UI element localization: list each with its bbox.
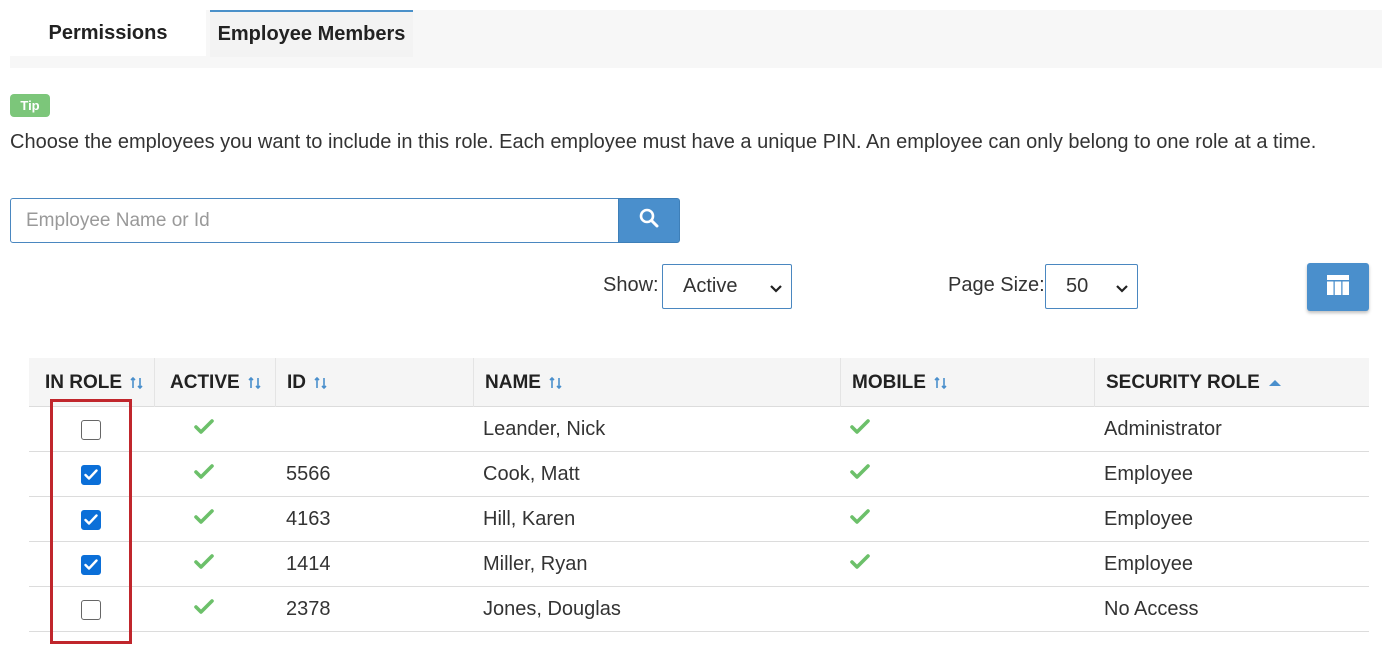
column-header-label: MOBILE xyxy=(852,371,926,393)
check-icon xyxy=(193,463,214,486)
table-body: Leander, Nick Administrator 5566 Cook, Matt… xyxy=(29,407,1369,632)
mobile-cell xyxy=(850,452,1095,497)
sort-icon xyxy=(549,376,563,390)
mobile-cell xyxy=(850,407,1095,452)
sort-icon xyxy=(248,376,262,390)
name-cell: Leander, Nick xyxy=(483,418,606,440)
tip-badge: Tip xyxy=(10,94,50,117)
active-cell xyxy=(155,452,276,497)
in-role-cell xyxy=(29,407,155,452)
tab-bar: Permissions Employee Members xyxy=(10,10,1382,68)
table-row[interactable]: Leander, Nick Administrator xyxy=(29,407,1369,452)
sort-ascending-icon xyxy=(1268,376,1282,390)
check-icon xyxy=(193,508,214,531)
table-row[interactable]: 2378 Jones, Douglas No Access xyxy=(29,587,1369,632)
sort-icon xyxy=(130,376,144,390)
check-icon xyxy=(850,553,870,576)
show-select[interactable]: Active xyxy=(662,264,792,309)
check-icon xyxy=(193,598,214,621)
name-cell: Jones, Douglas xyxy=(483,598,621,620)
name-cell: Cook, Matt xyxy=(483,463,580,485)
search-input[interactable] xyxy=(10,198,620,243)
page-size-label: Page Size: xyxy=(948,274,1045,296)
check-icon xyxy=(850,418,870,441)
security-role-cell: Employee xyxy=(1104,463,1193,485)
column-header-id[interactable]: ID xyxy=(276,358,474,407)
in-role-checkbox[interactable] xyxy=(81,509,101,530)
column-header-active[interactable]: ACTIVE xyxy=(155,358,276,407)
mobile-cell xyxy=(850,587,1095,632)
sort-icon xyxy=(314,376,328,390)
search-button[interactable] xyxy=(618,198,680,243)
check-icon xyxy=(850,463,870,486)
security-role-cell: Employee xyxy=(1104,508,1193,530)
employee-table: IN ROLE ACTIVE ID NAME MOBILE SECURITY R… xyxy=(29,358,1369,632)
in-role-cell xyxy=(29,452,155,497)
column-header-label: IN ROLE xyxy=(45,371,123,393)
id-cell: 5566 xyxy=(286,463,331,485)
table-header: IN ROLE ACTIVE ID NAME MOBILE SECURITY R… xyxy=(29,358,1369,407)
active-cell xyxy=(155,542,276,587)
security-role-cell: Administrator xyxy=(1104,418,1222,440)
active-cell xyxy=(155,407,276,452)
check-icon xyxy=(850,508,870,531)
active-cell xyxy=(155,497,276,542)
id-cell: 4163 xyxy=(286,508,331,530)
in-role-checkbox[interactable] xyxy=(81,464,101,485)
security-role-cell: No Access xyxy=(1104,598,1199,620)
grid-columns-icon xyxy=(1327,274,1349,300)
mobile-cell xyxy=(850,542,1095,587)
table-row[interactable]: 4163 Hill, Karen Employee xyxy=(29,497,1369,542)
column-header-name[interactable]: NAME xyxy=(474,358,841,407)
name-cell: Miller, Ryan xyxy=(483,553,588,575)
tab-employee-members[interactable]: Employee Members xyxy=(210,10,413,57)
chevron-down-icon xyxy=(769,279,783,302)
tip-text: Choose the employees you want to include… xyxy=(10,131,1317,153)
in-role-cell xyxy=(29,497,155,542)
id-cell: 2378 xyxy=(286,598,331,620)
chevron-down-icon xyxy=(1115,279,1129,302)
column-header-security-role[interactable]: SECURITY ROLE xyxy=(1095,358,1369,407)
name-cell: Hill, Karen xyxy=(483,508,576,530)
sort-icon xyxy=(934,376,948,390)
security-role-cell: Employee xyxy=(1104,553,1193,575)
check-icon xyxy=(193,553,214,576)
mobile-cell xyxy=(850,497,1095,542)
id-cell: 1414 xyxy=(286,553,331,575)
show-select-value: Active xyxy=(683,275,738,297)
in-role-checkbox[interactable] xyxy=(81,554,101,575)
in-role-checkbox[interactable] xyxy=(81,419,101,440)
column-header-in-role[interactable]: IN ROLE xyxy=(29,358,155,407)
search-icon xyxy=(639,208,659,233)
in-role-checkbox[interactable] xyxy=(81,599,101,620)
check-icon xyxy=(193,418,214,441)
table-row[interactable]: 1414 Miller, Ryan Employee xyxy=(29,542,1369,587)
active-cell xyxy=(155,587,276,632)
tab-permissions[interactable]: Permissions xyxy=(10,10,206,56)
column-chooser-button[interactable] xyxy=(1307,263,1369,311)
column-header-label: NAME xyxy=(485,371,541,393)
in-role-cell xyxy=(29,587,155,632)
page-size-select-value: 50 xyxy=(1066,275,1089,297)
column-header-label: ID xyxy=(287,371,306,393)
page-size-select[interactable]: 50 xyxy=(1045,264,1138,309)
column-header-label: ACTIVE xyxy=(170,371,240,393)
column-header-mobile[interactable]: MOBILE xyxy=(841,358,1095,407)
column-header-label: SECURITY ROLE xyxy=(1106,371,1260,393)
show-label: Show: xyxy=(603,274,659,296)
in-role-cell xyxy=(29,542,155,587)
id-cell xyxy=(286,407,474,452)
table-row[interactable]: 5566 Cook, Matt Employee xyxy=(29,452,1369,497)
